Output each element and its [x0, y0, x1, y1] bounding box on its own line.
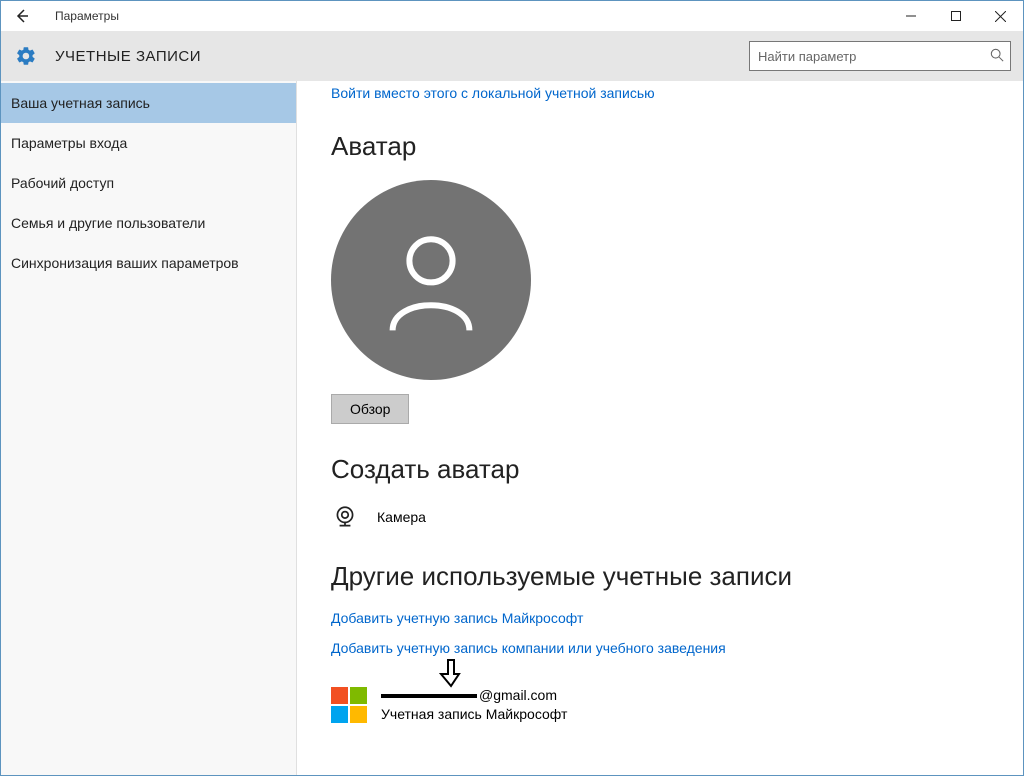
page-heading: УЧЕТНЫЕ ЗАПИСИ	[55, 48, 201, 65]
search-box[interactable]	[749, 41, 1011, 71]
add-work-account-link[interactable]: Добавить учетную запись компании или уче…	[331, 640, 726, 656]
header-bar: УЧЕТНЫЕ ЗАПИСИ	[1, 31, 1023, 81]
search-icon	[990, 48, 1004, 65]
sidebar-item-label: Рабочий доступ	[11, 175, 114, 191]
local-account-link[interactable]: Войти вместо этого с локальной учетной з…	[331, 85, 655, 101]
sidebar-item-signin-options[interactable]: Параметры входа	[1, 123, 296, 163]
back-button[interactable]	[7, 1, 37, 31]
account-type-label: Учетная запись Майкрософт	[381, 705, 567, 724]
redacted-email-prefix	[381, 694, 477, 698]
account-email: @gmail.com	[381, 686, 567, 705]
camera-option[interactable]: Камера	[331, 503, 1001, 531]
account-text: @gmail.com Учетная запись Майкрософт	[381, 686, 567, 724]
add-account-links: Добавить учетную запись Майкрософт Добав…	[331, 610, 1001, 670]
close-icon	[995, 11, 1006, 22]
person-icon	[371, 220, 491, 340]
add-microsoft-account-link[interactable]: Добавить учетную запись Майкрософт	[331, 610, 583, 626]
sidebar-item-label: Параметры входа	[11, 135, 127, 151]
maximize-button[interactable]	[933, 1, 978, 31]
window-title: Параметры	[55, 9, 119, 23]
sidebar-item-label: Ваша учетная запись	[11, 95, 150, 111]
settings-window: Параметры УЧЕТНЫЕ ЗАПИСИ Ваш	[0, 0, 1024, 776]
camera-label: Камера	[377, 509, 426, 525]
content-area: Войти вместо этого с локальной учетной з…	[297, 81, 1023, 775]
down-arrow-annotation-icon	[439, 658, 463, 693]
sidebar-item-your-account[interactable]: Ваша учетная запись	[1, 83, 296, 123]
titlebar: Параметры	[1, 1, 1023, 31]
avatar-heading: Аватар	[331, 131, 1001, 162]
create-avatar-heading: Создать аватар	[331, 454, 1001, 485]
body: Ваша учетная запись Параметры входа Рабо…	[1, 81, 1023, 775]
sidebar-item-family[interactable]: Семья и другие пользователи	[1, 203, 296, 243]
camera-icon	[331, 503, 359, 531]
minimize-icon	[906, 11, 916, 21]
search-input[interactable]	[758, 49, 990, 64]
sidebar-item-sync[interactable]: Синхронизация ваших параметров	[1, 243, 296, 283]
email-suffix: @gmail.com	[479, 687, 557, 703]
sidebar-item-label: Семья и другие пользователи	[11, 215, 205, 231]
window-controls	[888, 1, 1023, 31]
sidebar-item-work-access[interactable]: Рабочий доступ	[1, 163, 296, 203]
microsoft-logo-icon	[331, 687, 367, 723]
sidebar: Ваша учетная запись Параметры входа Рабо…	[1, 81, 297, 775]
minimize-button[interactable]	[888, 1, 933, 31]
other-accounts-heading: Другие используемые учетные записи	[331, 561, 1001, 592]
maximize-icon	[951, 11, 961, 21]
browse-button[interactable]: Обзор	[331, 394, 409, 424]
avatar-placeholder	[331, 180, 531, 380]
settings-gear-icon	[11, 41, 41, 71]
microsoft-account-entry[interactable]: @gmail.com Учетная запись Майкрософт	[331, 686, 1001, 724]
back-arrow-icon	[14, 8, 30, 24]
close-button[interactable]	[978, 1, 1023, 31]
sidebar-item-label: Синхронизация ваших параметров	[11, 255, 239, 271]
